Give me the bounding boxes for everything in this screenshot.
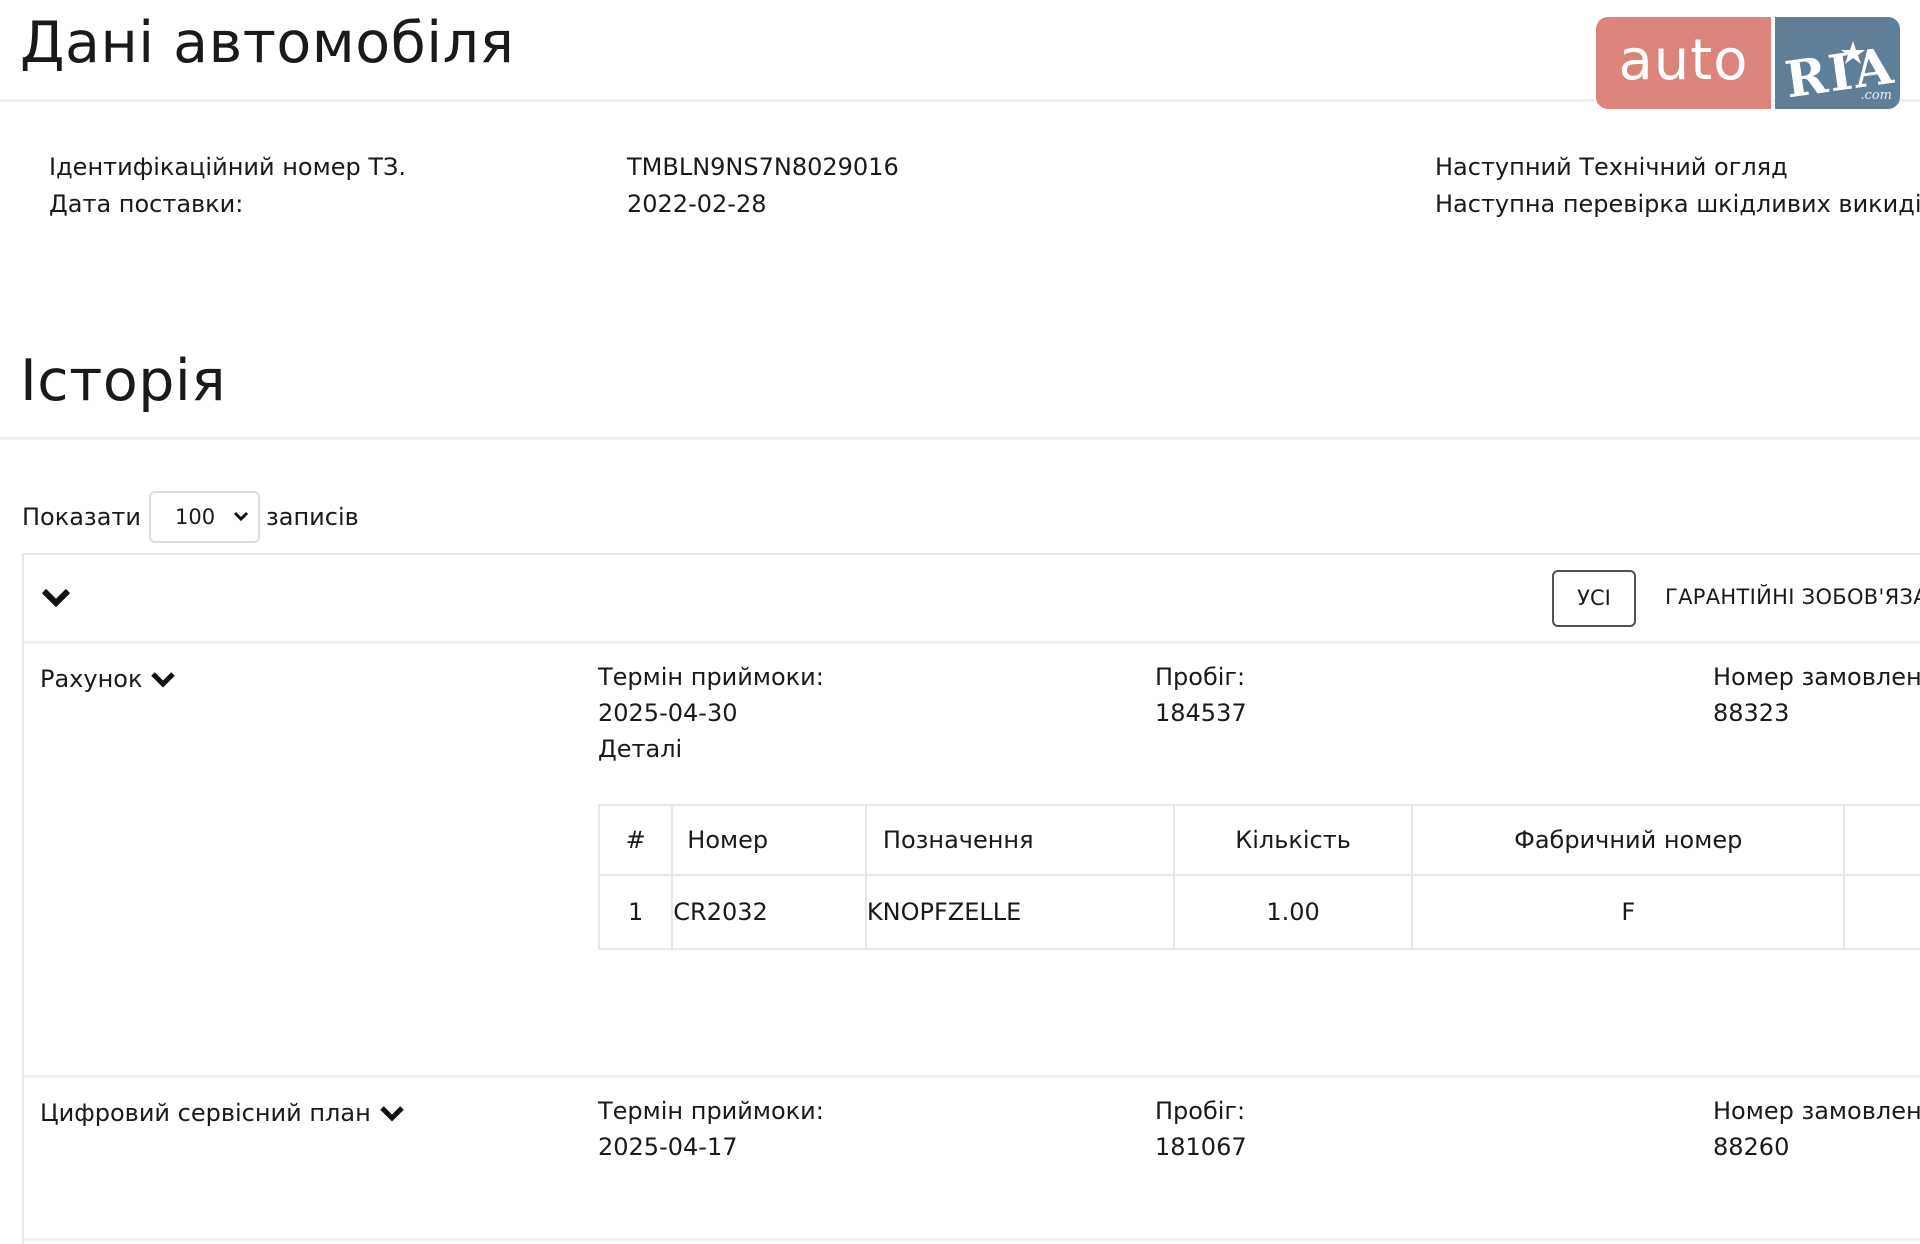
- details-label: Деталі: [598, 735, 683, 763]
- details-header-row: # Номер Позначення Кількість Фабричний н…: [597, 804, 1920, 876]
- record-mileage: Пробіг: 184537: [1155, 659, 1247, 731]
- filter-all-button[interactable]: УСІ: [1552, 570, 1636, 627]
- col-factory-number: Фабричний номер: [1411, 804, 1846, 876]
- record-order: Номер замовленн 88260: [1713, 1093, 1920, 1165]
- cell-designation: KNOPFZELLE: [864, 874, 1175, 950]
- acceptance-label: Термін приймоки:: [598, 663, 824, 691]
- history-toolbar: УСІ ГАРАНТІЙНІ ЗОБОВ'ЯЗА: [24, 555, 1920, 644]
- history-divider: [0, 437, 1920, 440]
- filter-warranty-button[interactable]: ГАРАНТІЙНІ ЗОБОВ'ЯЗА: [1665, 585, 1920, 609]
- record-type-label: Рахунок: [40, 665, 143, 693]
- cell-factory-number: F: [1411, 874, 1846, 950]
- cell-index: 1: [597, 874, 674, 950]
- logo-ria-part: RIA .com: [1775, 17, 1900, 109]
- record-order: Номер замовленн 88323: [1713, 659, 1920, 731]
- table-row: 1 CR2032 KNOPFZELLE 1.00 F: [597, 874, 1920, 950]
- records-per-page-value: 100: [174, 505, 216, 529]
- records-length-control: Показати 100 записів: [22, 491, 359, 543]
- record-type-digital-service-plan[interactable]: Цифровий сервісний план: [40, 1099, 405, 1127]
- logo-auto-part: auto: [1596, 17, 1771, 109]
- history-table: УСІ ГАРАНТІЙНІ ЗОБОВ'ЯЗА Рахунок Термін …: [22, 553, 1920, 1244]
- row-separator: [24, 1075, 1920, 1078]
- records-per-page-select[interactable]: 100: [148, 491, 260, 543]
- col-index: #: [597, 804, 674, 876]
- order-value: 88323: [1713, 699, 1790, 727]
- show-label: Показати: [22, 503, 141, 531]
- vin-label: Ідентифікаційний номер ТЗ.: [49, 153, 406, 181]
- vehicle-values: TMBLN9NS7N8029016 2022-02-28: [627, 149, 899, 223]
- row-separator: [24, 1238, 1920, 1241]
- order-value: 88260: [1713, 1133, 1790, 1161]
- vehicle-data-title: Дані автомобіля: [20, 10, 515, 76]
- acceptance-label: Термін приймоки:: [598, 1097, 824, 1125]
- history-title: Історія: [20, 348, 227, 414]
- col-number: Номер: [671, 804, 867, 876]
- chevron-down-icon: [380, 1106, 404, 1122]
- record-type-invoice[interactable]: Рахунок: [40, 665, 176, 693]
- mileage-label: Пробіг:: [1155, 1097, 1246, 1125]
- expand-all-chevron-icon[interactable]: [40, 585, 72, 609]
- next-emissions-label: Наступна перевірка шкідливих викидів: [1435, 190, 1920, 218]
- vin-value: TMBLN9NS7N8029016: [627, 153, 899, 181]
- chevron-down-icon: [151, 672, 176, 688]
- next-inspection-label: Наступний Технічний огляд: [1435, 153, 1788, 181]
- chevron-down-icon: [233, 511, 249, 522]
- logo-com-text: .com: [1860, 88, 1892, 103]
- order-label: Номер замовленн: [1713, 663, 1920, 691]
- record-acceptance: Термін приймоки: 2025-04-30 Деталі: [598, 659, 824, 767]
- col-extra: [1843, 804, 1920, 876]
- mileage-label: Пробіг:: [1155, 663, 1246, 691]
- records-label: записів: [265, 503, 359, 531]
- cell-quantity: 1.00: [1172, 874, 1414, 950]
- order-label: Номер замовленн: [1713, 1097, 1920, 1125]
- delivery-date-value: 2022-02-28: [627, 190, 767, 218]
- record-type-label: Цифровий сервісний план: [40, 1099, 371, 1127]
- page: Дані автомобіля auto RIA .com Ідентифіка…: [0, 0, 1920, 1244]
- mileage-value: 184537: [1155, 699, 1247, 727]
- vehicle-inspections: Наступний Технічний огляд Наступна перев…: [1435, 149, 1920, 223]
- details-table: # Номер Позначення Кількість Фабричний н…: [597, 804, 1920, 950]
- cell-number: CR2032: [671, 874, 867, 950]
- acceptance-value: 2025-04-30: [598, 699, 738, 727]
- cell-extra: [1843, 874, 1920, 950]
- delivery-date-label: Дата поставки:: [49, 190, 244, 218]
- record-acceptance: Термін приймоки: 2025-04-17: [598, 1093, 824, 1165]
- acceptance-value: 2025-04-17: [598, 1133, 738, 1161]
- mileage-value: 181067: [1155, 1133, 1247, 1161]
- col-quantity: Кількість: [1172, 804, 1414, 876]
- vehicle-labels: Ідентифікаційний номер ТЗ. Дата поставки…: [49, 149, 406, 223]
- autoria-logo[interactable]: auto RIA .com: [1596, 17, 1900, 109]
- col-designation: Позначення: [864, 804, 1175, 876]
- record-mileage: Пробіг: 181067: [1155, 1093, 1247, 1165]
